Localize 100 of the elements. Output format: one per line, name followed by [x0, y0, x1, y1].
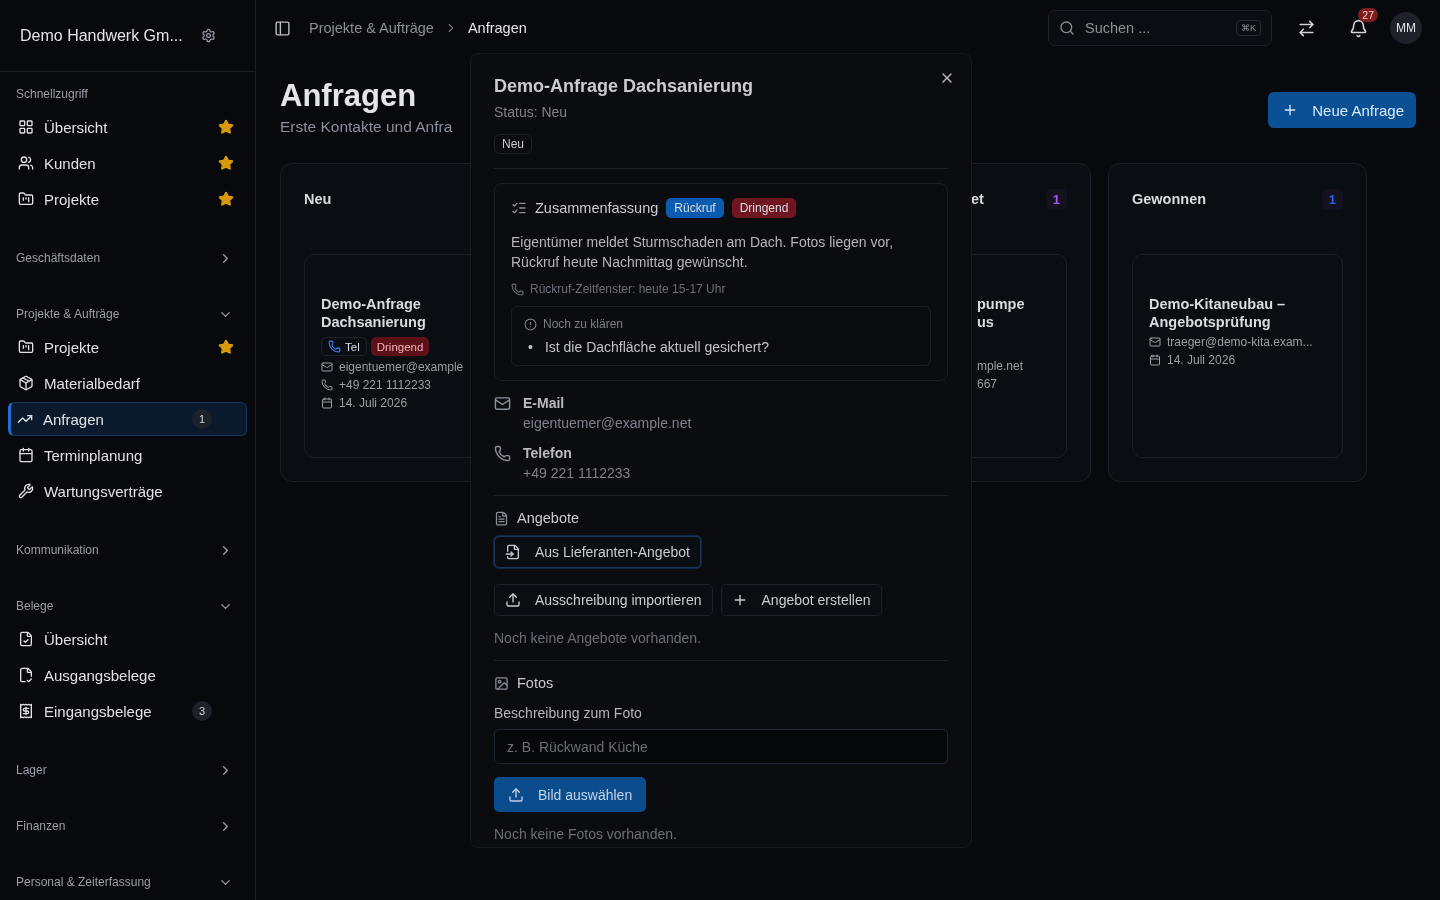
- nav-item[interactable]: Kunden: [8, 146, 247, 180]
- card-detail: traeger@demo-kita.exam...: [1167, 335, 1313, 349]
- section-title[interactable]: Geschäftsdaten: [8, 242, 247, 274]
- card-detail: eigentuemer@example: [339, 360, 464, 374]
- calendar-icon: [18, 447, 34, 463]
- search-bar[interactable]: Suchen ... ⌘K: [1048, 10, 1272, 46]
- document-icon: [494, 510, 509, 526]
- column-title: et: [971, 191, 984, 207]
- callback-window: Rückruf-Zeitfenster: heute 15-17 Uhr: [530, 282, 726, 296]
- nav-item[interactable]: Eingangsbelege 3: [8, 694, 247, 728]
- card-detail: 667: [977, 377, 998, 391]
- phone-icon: [321, 379, 333, 391]
- nav-item[interactable]: Wartungsverträge: [8, 474, 247, 508]
- section-title[interactable]: Projekte & Aufträge: [8, 298, 247, 330]
- shortcut-hint: ⌘K: [1236, 20, 1261, 36]
- package-icon: [18, 375, 34, 391]
- breadcrumb-link[interactable]: Anfragen: [467, 20, 527, 36]
- arrows-icon: [1296, 18, 1316, 38]
- folder-icon: [18, 191, 34, 207]
- phone-icon: [511, 282, 524, 296]
- mail-icon: [321, 361, 333, 373]
- star-icon[interactable]: [218, 191, 234, 207]
- grid-icon: [18, 119, 34, 135]
- choose-image-button[interactable]: Bild auswählen: [494, 777, 647, 812]
- calendar-icon: [321, 397, 333, 409]
- bullet: •: [528, 339, 533, 355]
- section-heading: Angebote: [517, 510, 580, 526]
- nav-item[interactable]: Übersicht: [8, 622, 247, 656]
- wrench-icon: [18, 483, 34, 499]
- empty-photos-text: Noch keine Fotos vorhanden.: [494, 826, 678, 842]
- card-detail: 14. Juli 2026: [339, 396, 408, 410]
- dialog-title: Demo-Anfrage Dachsanierung: [494, 76, 755, 97]
- section-heading: Zusammenfassung: [535, 200, 659, 216]
- checklist-icon: [511, 200, 527, 216]
- questions-heading: Noch zu klären: [543, 317, 624, 331]
- star-icon[interactable]: [218, 119, 234, 135]
- star-icon[interactable]: [218, 339, 234, 355]
- nav-item[interactable]: Anfragen 1: [8, 402, 247, 436]
- upload-icon: [505, 592, 521, 608]
- section-title[interactable]: Schnellzugriff: [8, 78, 247, 110]
- contact-value: +49 221 1112233: [523, 465, 631, 481]
- phone-icon: [494, 445, 511, 462]
- bell-icon: [1348, 18, 1368, 38]
- nav-item[interactable]: Materialbedarf: [8, 366, 247, 400]
- card-title: Demo-Kitaneubau – Angebotsprüfung: [1149, 295, 1287, 331]
- search-icon: [1059, 20, 1075, 36]
- section-title[interactable]: Lager: [8, 754, 247, 786]
- search-field[interactable]: Suchen ...: [1083, 19, 1228, 37]
- field-label: Beschreibung zum Foto: [494, 705, 643, 721]
- page-title: Anfragen: [280, 78, 417, 114]
- settings-icon[interactable]: [200, 28, 216, 43]
- section-title[interactable]: Belege: [8, 590, 247, 622]
- alert-icon: [524, 317, 537, 331]
- card-title: pumpe us: [977, 295, 1026, 331]
- section-title[interactable]: Personal & Zeiterfassung: [8, 866, 247, 898]
- offer-button[interactable]: Aus Lieferanten-Angebot: [494, 536, 701, 568]
- breadcrumb-link[interactable]: Projekte & Aufträge: [309, 20, 434, 36]
- question-item: Ist die Dachfläche aktuell gesichert?: [544, 339, 770, 355]
- sidebar-toggle-icon[interactable]: [274, 19, 291, 37]
- nav-item[interactable]: Projekte: [8, 182, 247, 216]
- contact-label: Telefon: [523, 445, 572, 461]
- receipt-icon: [18, 703, 34, 719]
- new-request-button[interactable]: Neue Anfrage: [1268, 92, 1416, 128]
- user-avatar[interactable]: MM: [1390, 12, 1422, 44]
- card-title: Demo-Anfrage Dachsanierung: [321, 295, 427, 331]
- phone-icon: [328, 340, 341, 353]
- empty-offers-text: Noch keine Angebote vorhanden.: [494, 630, 703, 646]
- section-heading: Fotos: [517, 675, 554, 691]
- file-check-icon: [18, 667, 34, 683]
- nav-item[interactable]: Terminplanung: [8, 438, 247, 472]
- nav-item[interactable]: Projekte: [8, 330, 247, 364]
- section-title[interactable]: Finanzen: [8, 810, 247, 842]
- offer-button[interactable]: Ausschreibung importieren: [494, 584, 713, 616]
- contact-value: eigentuemer@example.net: [523, 415, 692, 431]
- card-detail: +49 221 1112233: [339, 378, 431, 392]
- page-subtitle: Erste Kontakte und Anfra: [280, 118, 453, 136]
- star-icon[interactable]: [218, 155, 234, 171]
- column-title: Neu: [304, 191, 332, 207]
- file-import-icon: [505, 544, 521, 560]
- company-name: Demo Handwerk Gm...: [20, 26, 183, 45]
- status-text: Status: Neu: [494, 104, 569, 120]
- count-badge: 1: [192, 409, 212, 429]
- summary-tag: Dringend: [731, 198, 797, 218]
- status-badge: Neu: [494, 134, 532, 154]
- notification-count: 27: [1358, 8, 1378, 22]
- offer-button[interactable]: Angebot erstellen: [720, 584, 882, 616]
- section-title[interactable]: Kommunikation: [8, 534, 247, 566]
- mail-icon: [1149, 336, 1161, 348]
- summary-tag: Rückruf: [666, 198, 724, 218]
- nav-item[interactable]: Ausgangsbelege: [8, 658, 247, 692]
- request-card[interactable]: Demo-Kitaneubau – Angebotsprüfung traeger@demo-kita.exam... 14. Juli 2026: [1132, 254, 1343, 458]
- notifications-button[interactable]: 27: [1340, 10, 1376, 46]
- photo-description-field[interactable]: z. B. Rückwand Küche: [494, 729, 948, 764]
- nav-item[interactable]: Übersicht: [8, 110, 247, 144]
- channel-tag: Tel: [321, 337, 367, 356]
- contact-label: E-Mail: [523, 395, 565, 411]
- folder-icon: [18, 339, 34, 355]
- column-title: Gewonnen: [1132, 191, 1207, 207]
- image-icon: [494, 675, 509, 691]
- column-count: 1: [1321, 188, 1343, 210]
